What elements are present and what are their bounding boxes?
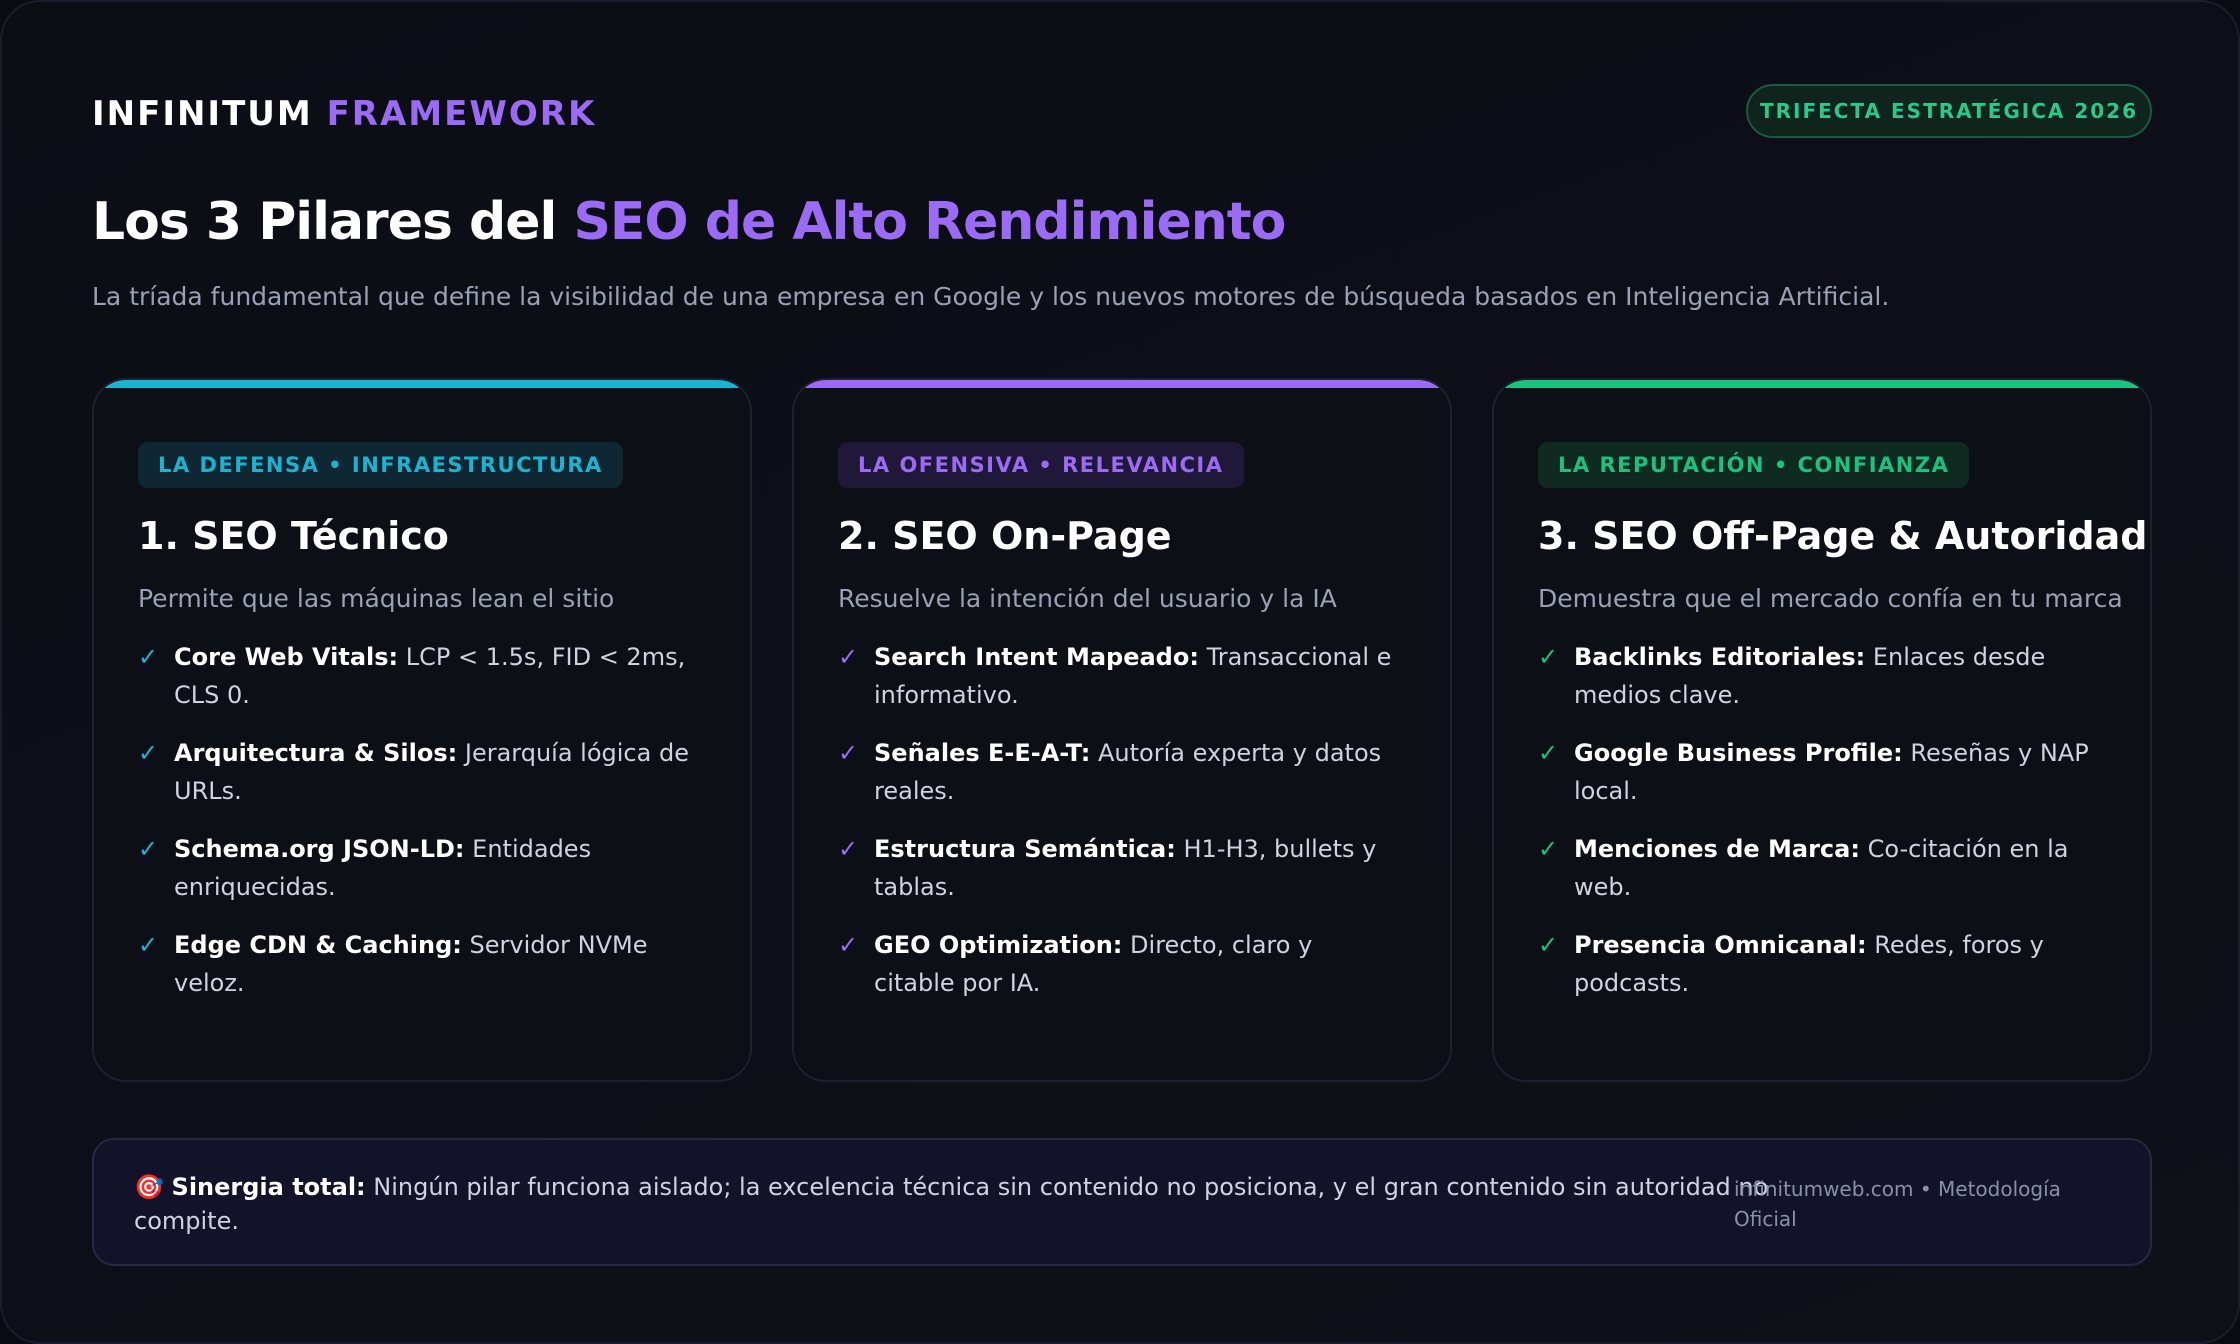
check-icon: ✓ (838, 835, 859, 863)
list-item: ✓ Menciones de Marca: Co-citación en la w… (1538, 830, 2098, 906)
check-icon: ✓ (838, 739, 859, 767)
item-key: GEO Optimization: (874, 931, 1123, 959)
item-key: Schema.org JSON-LD: (174, 835, 465, 863)
list-item: ✓ Core Web Vitals: LCP < 1.5s, FID < 2ms,… (138, 638, 698, 714)
page-title: Los 3 Pilares del SEO de Alto Rendimient… (92, 192, 1286, 252)
pillar-card-technical: LA DEFENSA • INFRAESTRUCTURA 1. SEO Técn… (92, 378, 752, 1082)
brand-accent: FRAMEWORK (326, 94, 597, 134)
footer-text: 🎯 Sinergia total: Ningún pilar funciona … (134, 1170, 1794, 1238)
check-icon: ✓ (1538, 931, 1559, 959)
list-item: ✓ Search Intent Mapeado: Transaccional e … (838, 638, 1398, 714)
card-tag: LA OFENSIVA • RELEVANCIA (838, 442, 1244, 488)
page-title-main: Los 3 Pilares del (92, 192, 557, 252)
card-title: 3. SEO Off-Page & Autoridad (1538, 514, 2148, 558)
list-item: ✓ Señales E-E-A-T: Autoría experta y dato… (838, 734, 1398, 810)
item-key: Backlinks Editoriales: (1574, 643, 1866, 671)
footer-body: Ningún pilar funciona aislado; la excele… (134, 1173, 1769, 1235)
check-icon: ✓ (1538, 739, 1559, 767)
card-list: ✓ Core Web Vitals: LCP < 1.5s, FID < 2ms,… (138, 638, 698, 1022)
check-icon: ✓ (138, 931, 159, 959)
item-key: Search Intent Mapeado: (874, 643, 1199, 671)
item-key: Estructura Semántica: (874, 835, 1176, 863)
slide-frame: INFINITUM FRAMEWORK TRIFECTA ESTRATÉGICA… (0, 0, 2240, 1344)
item-key: Edge CDN & Caching: (174, 931, 462, 959)
brand-main: INFINITUM (92, 94, 313, 134)
list-item: ✓ Edge CDN & Caching: Servidor NVMe veloz… (138, 926, 698, 1002)
check-icon: ✓ (1538, 835, 1559, 863)
item-key: Menciones de Marca: (1574, 835, 1860, 863)
check-icon: ✓ (138, 643, 159, 671)
list-item: ✓ Estructura Semántica: H1-H3, bullets y … (838, 830, 1398, 906)
pillar-card-offpage: LA REPUTACIÓN • CONFIANZA 3. SEO Off-Pag… (1492, 378, 2152, 1082)
page-subtitle: La tríada fundamental que define la visi… (92, 282, 1890, 311)
brand-logo: INFINITUM FRAMEWORK (92, 94, 596, 134)
check-icon: ✓ (138, 835, 159, 863)
check-icon: ✓ (838, 931, 859, 959)
footer-key: Sinergia total: (171, 1173, 366, 1201)
card-subtitle: Resuelve la intención del usuario y la I… (838, 584, 1337, 613)
check-icon: ✓ (1538, 643, 1559, 671)
card-list: ✓ Search Intent Mapeado: Transaccional e … (838, 638, 1398, 1022)
year-badge: TRIFECTA ESTRATÉGICA 2026 (1746, 84, 2152, 138)
page-title-accent: SEO de Alto Rendimiento (573, 192, 1286, 252)
pillar-card-onpage: LA OFENSIVA • RELEVANCIA 2. SEO On-Page … (792, 378, 1452, 1082)
list-item: ✓ GEO Optimization: Directo, claro y cita… (838, 926, 1398, 1002)
card-title: 1. SEO Técnico (138, 514, 449, 558)
card-subtitle: Permite que las máquinas lean el sitio (138, 584, 615, 613)
item-key: Core Web Vitals: (174, 643, 399, 671)
card-subtitle: Demuestra que el mercado confía en tu ma… (1538, 584, 2123, 613)
card-title: 2. SEO On-Page (838, 514, 1172, 558)
list-item: ✓ Presencia Omnicanal: Redes, foros y pod… (1538, 926, 2098, 1002)
card-tag: LA DEFENSA • INFRAESTRUCTURA (138, 442, 623, 488)
list-item: ✓ Backlinks Editoriales: Enlaces desde me… (1538, 638, 2098, 714)
check-icon: ✓ (138, 739, 159, 767)
list-item: ✓ Arquitectura & Silos: Jerarquía lógica … (138, 734, 698, 810)
footer-source-note: infinitumweb.com • Metodología Oficial (1734, 1177, 2061, 1231)
item-key: Presencia Omnicanal: (1574, 931, 1867, 959)
check-icon: ✓ (838, 643, 859, 671)
item-key: Arquitectura & Silos: (174, 739, 458, 767)
list-item: ✓ Schema.org JSON-LD: Entidades enriqueci… (138, 830, 698, 906)
item-key: Google Business Profile: (1574, 739, 1903, 767)
card-tag: LA REPUTACIÓN • CONFIANZA (1538, 442, 1970, 488)
item-key: Señales E-E-A-T: (874, 739, 1091, 767)
synergy-footer: 🎯 Sinergia total: Ningún pilar funciona … (92, 1138, 2152, 1266)
list-item: ✓ Google Business Profile: Reseñas y NAP … (1538, 734, 2098, 810)
card-list: ✓ Backlinks Editoriales: Enlaces desde me… (1538, 638, 2098, 1022)
target-emoji-icon: 🎯 (134, 1173, 164, 1201)
